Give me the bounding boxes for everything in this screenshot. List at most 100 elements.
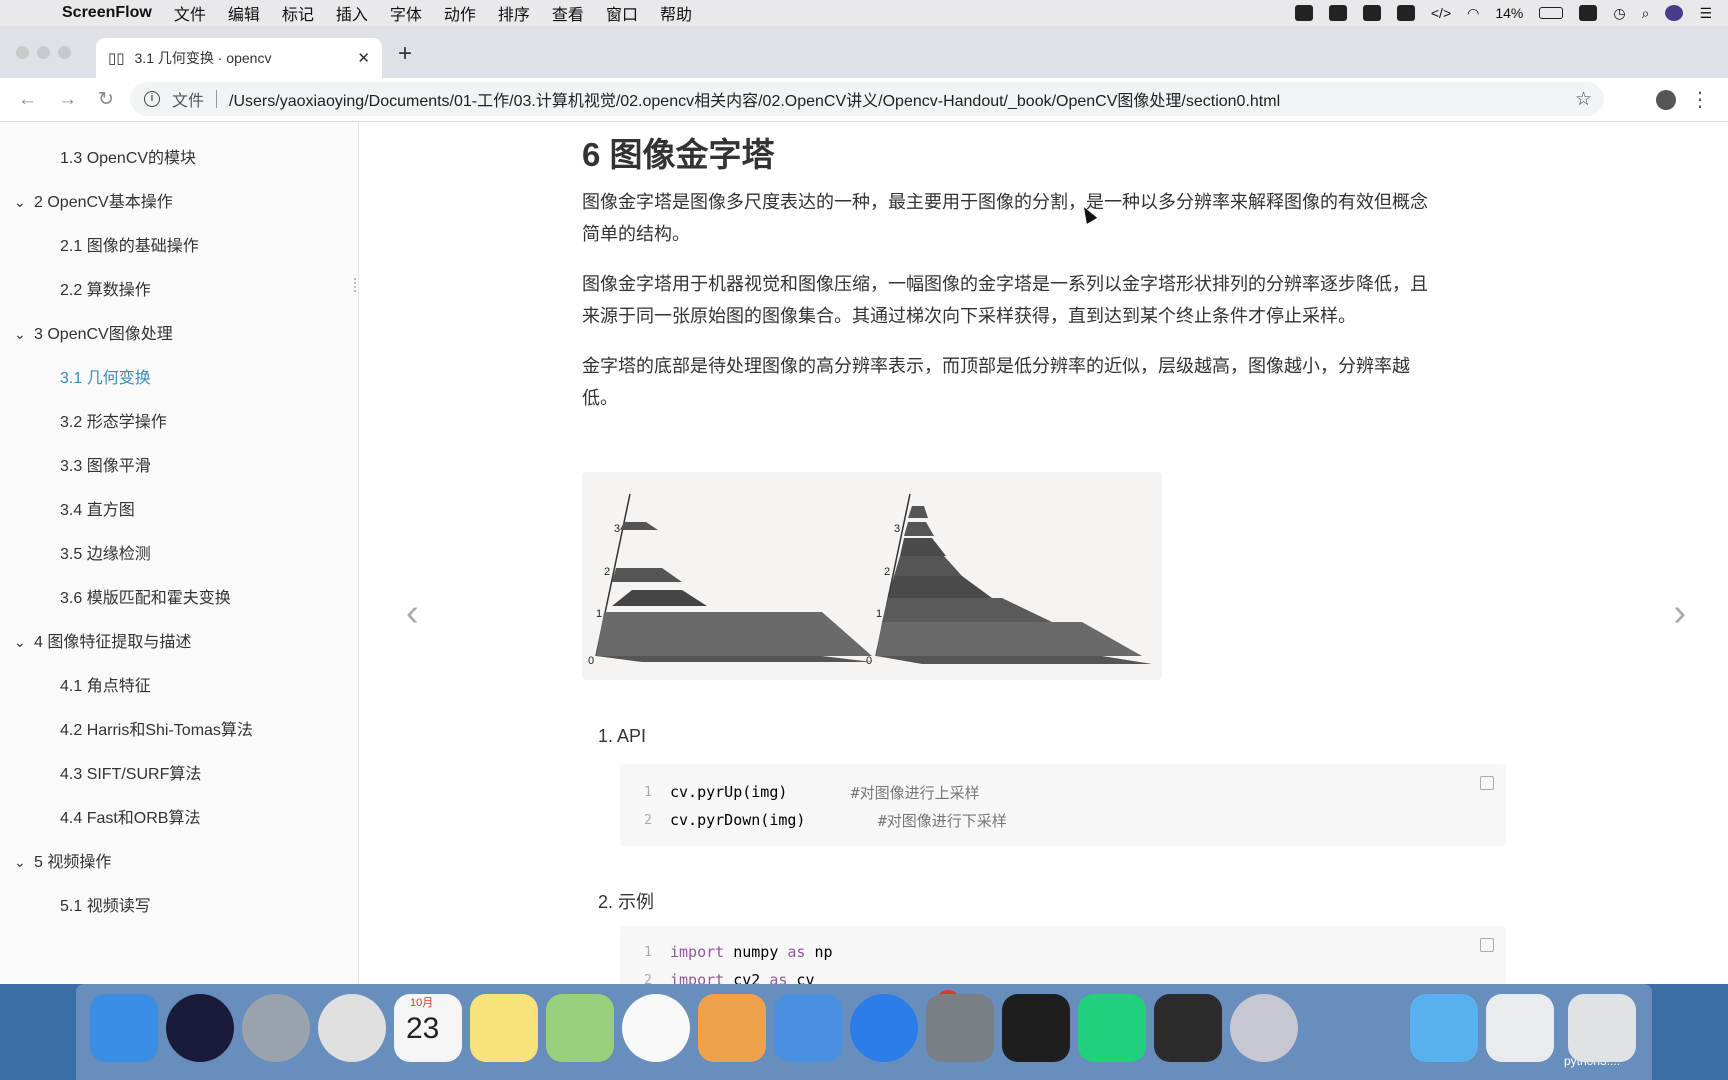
siri-icon[interactable] (166, 994, 234, 1062)
sublime-text-icon[interactable] (1154, 994, 1222, 1062)
divider (216, 90, 218, 108)
menu-mark[interactable]: 标记 (282, 1, 314, 25)
close-window-button[interactable] (16, 46, 29, 59)
forward-icon[interactable]: → (58, 89, 80, 111)
sidebar-item[interactable]: 3.4 直方图 (60, 496, 135, 520)
menu-arrange[interactable]: 排序 (498, 1, 530, 25)
pycharm-icon[interactable] (1078, 994, 1146, 1062)
sidebar-item[interactable]: 3.3 图像平滑 (60, 452, 151, 476)
screenflow-dock-icon[interactable] (1230, 994, 1298, 1062)
app-store-icon[interactable] (850, 994, 918, 1062)
sidebar-chapter[interactable]: ⌄ 5 视频操作 (14, 848, 111, 872)
section-heading-example: 2. 示例 (598, 892, 655, 912)
address-bar[interactable]: i 文件 /Users/yaoxiaoying/Documents/01-工作/… (130, 82, 1604, 116)
sidebar-item[interactable]: 5.1 视频读写 (60, 892, 151, 916)
book-sidebar: 1.3 OpenCV的模块 ⌄ 2 OpenCV基本操作 2.1 图像的基础操作 … (0, 122, 359, 984)
trash-icon[interactable] (1568, 994, 1636, 1062)
sublime-status-icon[interactable] (1579, 5, 1598, 21)
sidebar-item-active[interactable]: 3.1 几何变换 (60, 364, 151, 388)
next-page-icon[interactable]: › (1673, 592, 1686, 635)
new-tab-button[interactable]: + (398, 40, 412, 68)
code-line: 2 import cv2 as cv (644, 971, 815, 984)
menu-view[interactable]: 查看 (552, 1, 584, 25)
dock: 10月 23 6 python3.... (76, 984, 1652, 1080)
chevron-down-icon[interactable]: ⌄ (14, 194, 34, 211)
search-icon[interactable]: ⌕ (1642, 5, 1650, 22)
sidebar-chapter[interactable]: ⌄ 4 图像特征提取与描述 (14, 628, 191, 652)
pyramid-label: 3 (614, 523, 620, 535)
sidebar-chapter[interactable]: ⌄ 3 OpenCV图像处理 (14, 320, 173, 344)
pyramid-label: 1 (596, 608, 602, 620)
sidebar-item[interactable]: 4.4 Fast和ORB算法 (60, 804, 200, 828)
info-icon[interactable]: i (144, 91, 160, 107)
copy-icon[interactable] (1480, 776, 1494, 790)
chevron-down-icon[interactable]: ⌄ (14, 854, 34, 871)
menu-edit[interactable]: 编辑 (228, 1, 260, 25)
terminal-icon[interactable] (1002, 994, 1070, 1062)
zoom-window-button[interactable] (58, 46, 71, 59)
calendar-icon[interactable]: 10月 23 (394, 994, 462, 1062)
chevron-down-icon[interactable]: ⌄ (14, 326, 34, 343)
siri-icon[interactable] (1665, 5, 1684, 21)
paragraph: 金字塔的底部是待处理图像的高分辨率表示，而顶部是低分辨率的近似，层级越高，图像越… (582, 356, 1410, 408)
menu-file[interactable]: 文件 (174, 1, 206, 25)
pages-icon[interactable] (698, 994, 766, 1062)
chrome-icon[interactable] (318, 994, 386, 1062)
calendar-day: 23 (406, 1012, 440, 1045)
bookmark-star-icon[interactable]: ☆ (1575, 88, 1592, 111)
chevron-down-icon[interactable]: ⌄ (14, 634, 34, 651)
sidebar-chapter[interactable]: ⌄ 2 OpenCV基本操作 (14, 188, 173, 212)
menu-insert[interactable]: 插入 (336, 1, 368, 25)
profile-avatar[interactable] (1656, 90, 1676, 110)
reload-icon[interactable]: ↻ (98, 88, 120, 111)
system-preferences-icon[interactable] (926, 994, 994, 1062)
menu-kebab-icon[interactable]: ⋮ (1690, 87, 1710, 112)
screenflow-icon[interactable] (1294, 5, 1313, 21)
finder-icon[interactable] (90, 994, 158, 1062)
page-title: 6 图像金字塔 (582, 136, 775, 173)
launchpad-icon[interactable] (242, 994, 310, 1062)
notification-icon[interactable] (1362, 5, 1381, 21)
pyramid-label: 0 (866, 655, 872, 667)
menu-help[interactable]: 帮助 (660, 1, 692, 25)
sidebar-item[interactable]: 3.6 模版匹配和霍夫变换 (60, 584, 231, 608)
copy-icon[interactable] (1480, 938, 1494, 952)
status-area: </> ◠ 14% ◷ ⌕ ☰ (1294, 0, 1712, 26)
sidebar-item[interactable]: 1.3 OpenCV的模块 (60, 144, 196, 168)
sidebar-item[interactable]: 2.2 算数操作 (60, 276, 151, 300)
code-block-api: 1 cv.pyrUp(img) #对图像进行上采样 2 cv.pyrDown(img… (620, 764, 1506, 846)
back-icon[interactable]: ← (18, 89, 40, 111)
clock-icon[interactable]: ◷ (1613, 5, 1625, 22)
url-text[interactable]: /Users/yaoxiaoying/Documents/01-工作/03.计算… (229, 87, 1280, 111)
keynote-icon[interactable] (774, 994, 842, 1062)
code-icon[interactable]: </> (1431, 5, 1451, 21)
sidebar-item[interactable]: 4.3 SIFT/SURF算法 (60, 760, 201, 784)
wifi-icon[interactable]: ◠ (1467, 5, 1479, 22)
sidebar-item[interactable]: 3.2 形态学操作 (60, 408, 167, 432)
app-status-icon[interactable] (1328, 5, 1347, 21)
tab-active[interactable]: ▯▯ 3.1 几何变换 · opencv ✕ (96, 38, 382, 78)
battery-icon[interactable] (1539, 7, 1564, 19)
menu-window[interactable]: 窗口 (606, 1, 638, 25)
sidebar-item[interactable]: 2.1 图像的基础操作 (60, 232, 199, 256)
app-menu[interactable]: ScreenFlow (62, 4, 152, 22)
photos-icon[interactable] (622, 994, 690, 1062)
sidebar-item[interactable]: 4.2 Harris和Shi-Tomas算法 (60, 716, 253, 740)
control-center-icon[interactable]: ☰ (1699, 5, 1712, 22)
minimize-window-button[interactable] (37, 46, 50, 59)
pyramid-label: 2 (604, 566, 610, 578)
sidebar-resize-handle[interactable] (354, 278, 358, 292)
menu-font[interactable]: 字体 (390, 1, 422, 25)
close-tab-icon[interactable]: ✕ (357, 49, 370, 67)
maps-icon[interactable] (546, 994, 614, 1062)
notes-icon[interactable] (470, 994, 538, 1062)
tab-title: 3.1 几何变换 · opencv (134, 50, 272, 66)
sidebar-item[interactable]: 4.1 角点特征 (60, 672, 151, 696)
layout-icon[interactable] (1396, 5, 1415, 21)
folder-icon[interactable] (1410, 994, 1478, 1062)
python-window-thumbnail[interactable] (1486, 994, 1554, 1062)
menu-action[interactable]: 动作 (444, 1, 476, 25)
prev-page-icon[interactable]: ‹ (406, 592, 419, 635)
code-block-example: 1 import numpy as np 2 import cv2 as cv (620, 926, 1506, 984)
sidebar-item[interactable]: 3.5 边缘检测 (60, 540, 151, 564)
